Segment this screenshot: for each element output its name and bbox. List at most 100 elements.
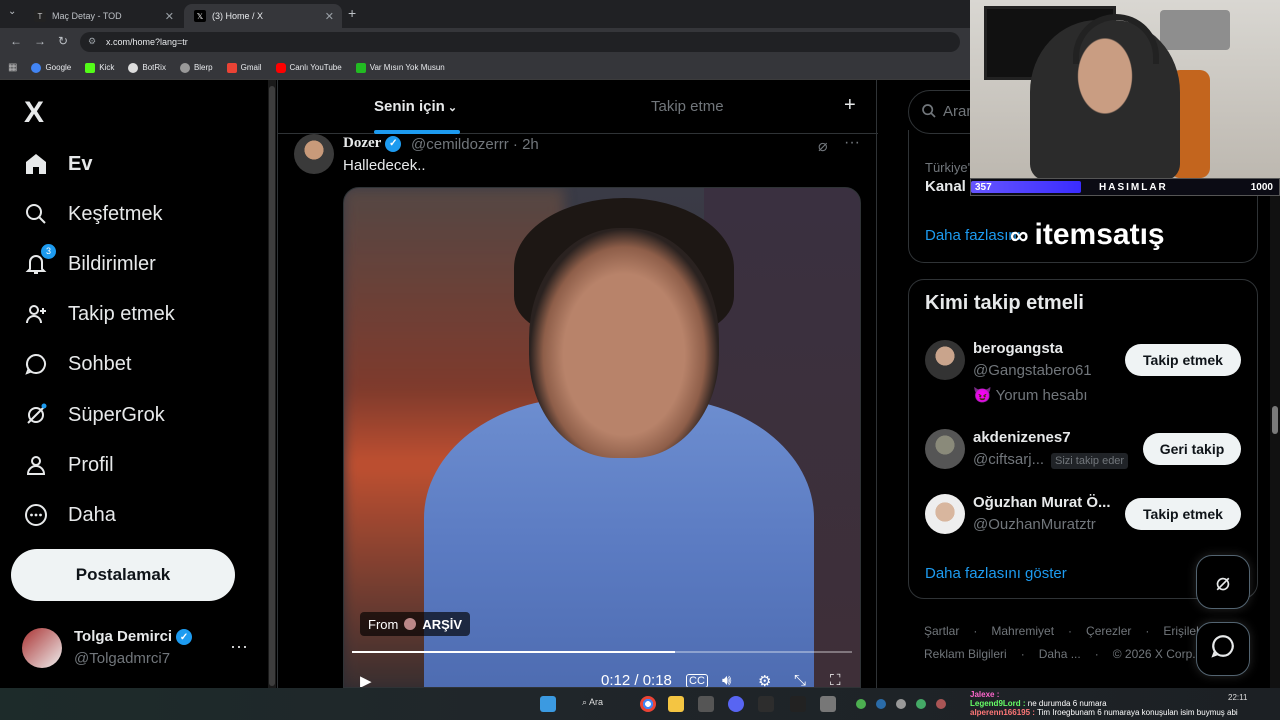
tweet-avatar[interactable] [294, 134, 334, 174]
show-more-link[interactable]: Daha fazlasını göster [925, 565, 1067, 582]
app-icon[interactable] [698, 696, 714, 712]
close-icon[interactable]: ✕ [165, 10, 174, 23]
nav-item-supergrok[interactable]: SüperGrok [22, 395, 165, 435]
windows-start-icon[interactable] [540, 696, 556, 712]
account-switcher[interactable]: Tolga Demirci ✓ @Tolgadmrci7 ··· [22, 628, 262, 670]
volume-icon[interactable]: 🔊︎ [722, 672, 731, 687]
video-controls: ▶ 0:12 / 0:18 CC 🔊︎ ⚙ ⤡ ⛶ [344, 664, 860, 687]
browser-tab-x[interactable]: 𝕏 (3) Home / X ✕ [184, 4, 342, 28]
bookmark-gmail[interactable]: Gmail [226, 62, 262, 73]
follow-button[interactable]: Takip etmek [1125, 498, 1241, 530]
messages-float-button[interactable] [1196, 622, 1250, 676]
nav-item-more[interactable]: Daha [22, 495, 116, 535]
footer-link-cookies[interactable]: Çerezler [1086, 624, 1131, 638]
more-dots-icon[interactable]: ··· [844, 134, 860, 152]
discord-icon[interactable] [728, 696, 744, 712]
bookmark-label: BotRix [142, 63, 166, 72]
bookmark-youtube[interactable]: Canlı YouTube [275, 62, 342, 73]
url-text: x.com/home?lang=tr [106, 37, 188, 47]
tweet-text: Halledecek.. [343, 157, 426, 174]
follow-icon [22, 300, 50, 328]
nav-item-profile[interactable]: Profil [22, 445, 114, 485]
follow-back-button[interactable]: Geri takip [1143, 433, 1241, 465]
sponsor-logo: ∞ itemsatış [1010, 210, 1220, 260]
left-scrollbar[interactable] [268, 80, 276, 688]
new-tab-icon[interactable]: + [348, 5, 356, 21]
tod-favicon-icon: T [34, 10, 46, 22]
browser-tab-tod[interactable]: T Maç Detay - TOD ✕ [24, 4, 182, 28]
tray-icon[interactable] [896, 699, 906, 709]
system-clock[interactable]: 22:11 [1228, 693, 1247, 702]
bookmark-kick[interactable]: Kick [85, 62, 114, 73]
nav-item-follow[interactable]: Takip etmek [22, 294, 175, 334]
nav-item-notifications[interactable]: 3 Bildirimler [22, 244, 156, 284]
tab-following[interactable]: Takip etme [651, 98, 724, 115]
trend-title[interactable]: Kanal [925, 178, 966, 195]
chat-message: alperenn166195 : Tim Iroegbunam 6 numara… [970, 708, 1238, 717]
post-button[interactable]: Postalamak [11, 549, 235, 601]
captions-icon[interactable]: CC [686, 674, 708, 687]
bookmark-vmym[interactable]: Var Mısın Yok Musun [355, 62, 445, 73]
back-icon[interactable]: ← [10, 34, 22, 48]
folder-icon[interactable] [668, 696, 684, 712]
close-icon[interactable]: ✕ [325, 10, 334, 23]
follow-button[interactable]: Takip etmek [1125, 344, 1241, 376]
kick-icon [85, 62, 96, 73]
url-bar[interactable]: ⚙ x.com/home?lang=tr [80, 32, 960, 52]
video-progress-bar[interactable] [352, 651, 852, 653]
app-icon[interactable] [820, 696, 836, 712]
forward-icon[interactable]: → [34, 34, 46, 48]
tray-icon[interactable] [936, 699, 946, 709]
bookmark-blerp[interactable]: Blerp [179, 62, 213, 73]
footer-link-ads[interactable]: Reklam Bilgileri [924, 647, 1007, 661]
x-logo-icon[interactable]: X [24, 96, 44, 130]
minimize-icon[interactable]: ⤡ [794, 672, 806, 687]
chevron-down-icon: ⌄ [447, 102, 458, 114]
apps-grid-icon[interactable]: ▦ [8, 62, 17, 73]
trends-show-more-link[interactable]: Daha fazlasını [925, 227, 1021, 244]
chat-icon [22, 350, 50, 378]
tweet-handle[interactable]: @cemildozerrr · 2h [411, 136, 539, 153]
settings-icon[interactable]: ⚙ [758, 672, 771, 687]
grok-icon[interactable]: ⌀ [818, 136, 828, 156]
tab-for-you[interactable]: Senin için ⌄ [374, 98, 457, 115]
site-info-icon[interactable]: ⚙ [88, 36, 96, 47]
more-dots-icon[interactable]: ··· [230, 636, 248, 657]
play-icon[interactable]: ▶ [360, 672, 372, 687]
chat-user: alperenn166195 : [970, 708, 1035, 717]
os-taskbar: ⌕ Ara Jalexe : Legend9Lord : ne durumda … [0, 688, 1280, 720]
footer-link-more[interactable]: Daha ... [1039, 647, 1081, 661]
tweet[interactable]: Dozer ✓ @cemildozerrr · 2h ⌀ ··· Halledec… [278, 134, 878, 688]
source-name: ARŞİV [422, 616, 463, 632]
taskbar-search-label: Ara [589, 697, 604, 707]
webcam-background-poster [1160, 10, 1230, 50]
tab-list-icon[interactable]: ⌄ [8, 6, 16, 17]
footer-link-privacy[interactable]: Mahremiyet [991, 624, 1054, 638]
search-icon [22, 200, 50, 228]
footer-separator: · [1094, 647, 1099, 661]
app-icon[interactable] [758, 696, 774, 712]
nav-item-chat[interactable]: Sohbet [22, 344, 131, 384]
add-feed-icon[interactable]: + [844, 94, 856, 117]
taskbar-search[interactable]: ⌕ Ara [582, 697, 603, 708]
chrome-icon[interactable] [640, 696, 656, 712]
tweet-author-row[interactable]: Dozer ✓ [343, 135, 402, 152]
steam-icon[interactable] [876, 699, 886, 709]
footer-link-terms[interactable]: Şartlar [924, 624, 959, 638]
tweet-video[interactable]: From ARŞİV ▶ 0:12 / 0:18 CC 🔊︎ ⚙ ⤡ ⛶ [343, 187, 861, 688]
nav-item-home[interactable]: Ev [22, 144, 92, 184]
scrollbar-thumb[interactable] [1272, 406, 1278, 434]
nav-item-explore[interactable]: Keşfetmek [22, 194, 162, 234]
app-icon[interactable] [790, 696, 806, 712]
chat-message: Jalexe : [970, 690, 999, 699]
scrollbar-thumb[interactable] [269, 86, 275, 686]
fullscreen-icon[interactable]: ⛶ [830, 672, 841, 687]
grok-float-button[interactable]: ⌀ [1196, 555, 1250, 609]
bookmark-google[interactable]: Google [31, 62, 71, 73]
tab-label: Senin için [374, 98, 445, 115]
tray-icon[interactable] [856, 699, 866, 709]
bookmark-botrix[interactable]: BotRix [128, 62, 166, 73]
tray-icon[interactable] [916, 699, 926, 709]
reload-icon[interactable]: ↻ [58, 34, 68, 48]
video-source-label[interactable]: From ARŞİV [360, 612, 471, 636]
